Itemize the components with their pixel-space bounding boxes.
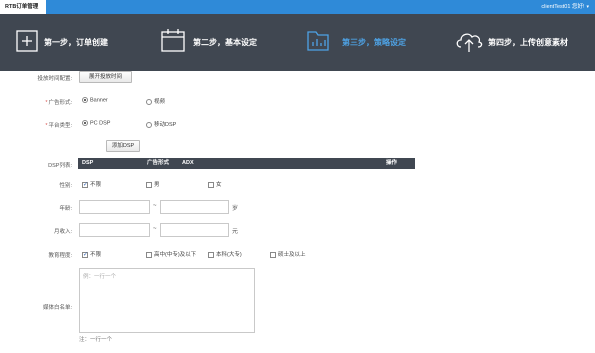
radio-dot [82, 97, 88, 103]
checkbox-label: 硕士及以上 [278, 252, 306, 258]
platform-label: *平台类型: [30, 121, 72, 129]
checkbox: ✓ [82, 251, 89, 258]
income-range-sep: ~ [153, 226, 157, 232]
education-check-master[interactable]: 硕士及以上 [270, 250, 306, 258]
education-check-any[interactable]: ✓ 不限 [82, 250, 101, 258]
age-min-input[interactable] [79, 200, 150, 214]
cloud-upload-icon [456, 33, 483, 52]
dsp-list-label: DSP列表: [48, 163, 72, 169]
education-check-bachelor[interactable]: 本科(大专) [208, 250, 242, 258]
ad-type-label-text: 广告形式: [48, 100, 72, 106]
education-label: 教育程度: [48, 253, 72, 259]
checkbox [146, 251, 152, 258]
income-max-input[interactable] [160, 223, 229, 237]
checkbox [208, 251, 214, 258]
checkbox [146, 181, 152, 188]
step-2-label: 第二步，基本设定 [193, 38, 257, 47]
platform-radio-mobile[interactable]: 移动DSP [146, 120, 176, 128]
expand-time-button[interactable]: 展开投放时间 [79, 71, 132, 83]
age-max-input[interactable] [160, 200, 229, 214]
age-unit: 岁 [232, 206, 239, 212]
whitelist-textarea[interactable]: 例：一行一个 [79, 268, 255, 333]
wizard-steps: 第一步，订单创建 第二步，基本设定 第三步，策略设定 第四步，上传创意素材 [0, 14, 595, 71]
strategy-folder-icon [307, 31, 329, 51]
radio-label: 移动DSP [154, 122, 177, 128]
gender-check-any[interactable]: ✓ 不限 [82, 180, 101, 188]
radio-label: Banner [90, 97, 108, 104]
checkbox-label: 不限 [90, 252, 102, 258]
income-unit: 元 [232, 229, 239, 235]
radio-dot [146, 121, 152, 128]
step-3-label: 第三步，策略设定 [342, 38, 406, 47]
app-title-tab[interactable]: RTB订单管理 [0, 0, 46, 14]
age-range-sep: ~ [153, 203, 157, 209]
caret-down-icon: ▾ [586, 4, 589, 10]
user-name: clientTest01 您好! [541, 4, 585, 10]
checkbox [208, 181, 214, 188]
checkbox-label: 不限 [90, 182, 102, 188]
time-config-label: 投放时间配置: [37, 76, 72, 82]
platform-label-text: 平台类型: [48, 123, 72, 129]
user-menu[interactable]: clientTest01 您好! ▾ [541, 0, 589, 14]
checkbox-label: 高中(中专)及以下 [154, 252, 197, 258]
checkbox: ✓ [82, 181, 89, 188]
add-dsp-button[interactable]: 添加DSP [106, 140, 140, 152]
radio-dot [82, 120, 88, 126]
ad-type-column-header: 广告形式 [147, 160, 170, 166]
checkbox [270, 251, 276, 258]
checkbox-label: 男 [154, 182, 160, 188]
actions-column-header: 操作 [386, 160, 398, 166]
checkbox-label: 女 [216, 182, 222, 188]
dsp-table-header: DSP 广告形式 ADX 操作 [78, 158, 415, 169]
whitelist-note: 注：一行一个 [79, 337, 113, 343]
plus-icon [16, 30, 38, 52]
income-label: 月收入: [53, 229, 72, 235]
radio-label: 视频 [154, 99, 166, 105]
step-1-label: 第一步，订单创建 [44, 38, 108, 47]
adx-column-header: ADX [182, 160, 194, 166]
age-label: 年龄: [59, 206, 72, 212]
whitelist-placeholder: 例：一行一个 [83, 274, 117, 280]
whitelist-label: 媒体白名单: [42, 305, 72, 311]
gender-check-male[interactable]: 男 [146, 180, 160, 188]
step-4-label: 第四步，上传创意素材 [488, 38, 568, 47]
education-check-highschool[interactable]: 高中(中专)及以下 [146, 250, 196, 258]
top-bar: RTB订单管理 clientTest01 您好! ▾ [0, 0, 595, 14]
dsp-column-header: DSP [82, 160, 94, 166]
ad-type-radio-banner[interactable]: Banner [82, 97, 108, 103]
radio-dot [146, 98, 152, 105]
gender-check-female[interactable]: 女 [208, 180, 222, 188]
income-min-input[interactable] [79, 223, 150, 237]
calendar-icon [161, 29, 185, 52]
ad-type-radio-video[interactable]: 视频 [146, 97, 165, 105]
platform-radio-pc[interactable]: PC DSP [82, 120, 110, 126]
gender-label: 性别: [59, 183, 72, 189]
checkbox-label: 本科(大专) [216, 252, 242, 258]
ad-type-label: *广告形式: [30, 98, 72, 106]
radio-label: PC DSP [90, 120, 111, 127]
